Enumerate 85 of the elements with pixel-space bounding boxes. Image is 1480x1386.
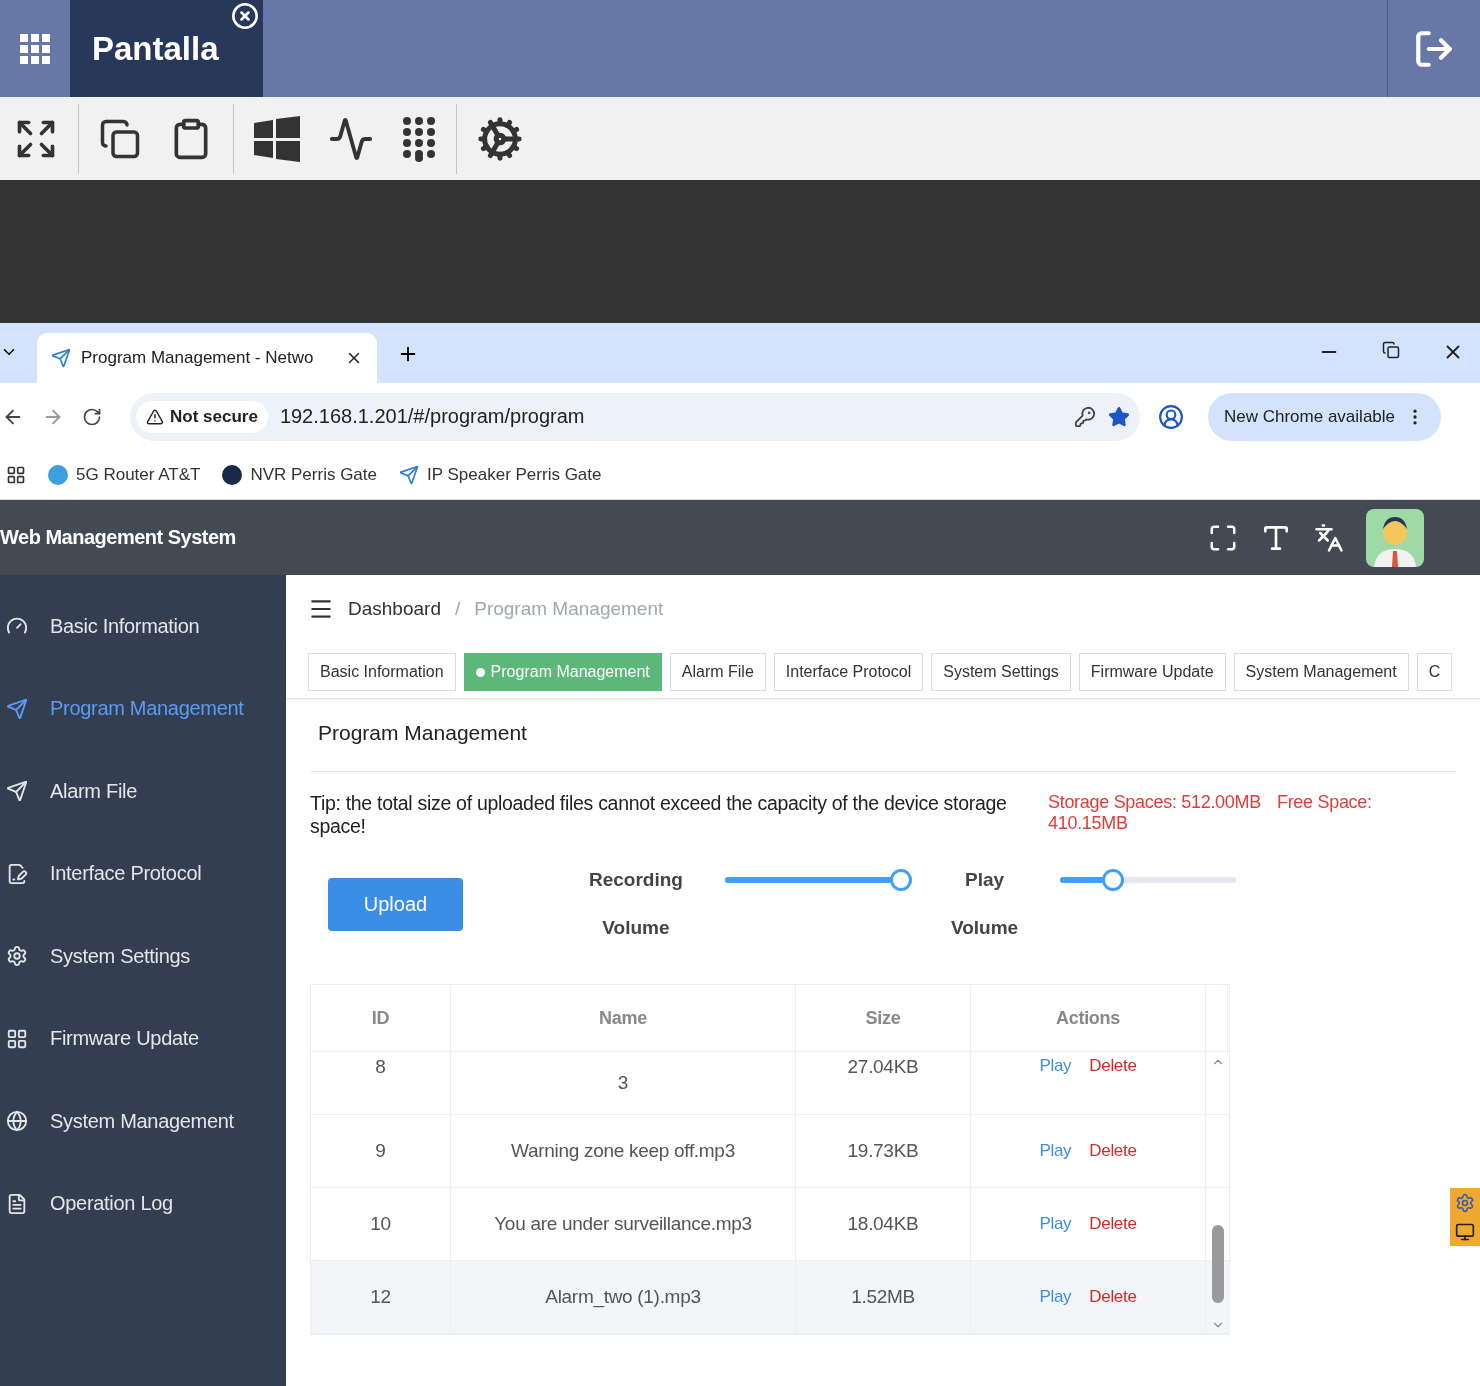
sidebar-item[interactable]: Operation Log xyxy=(0,1162,286,1245)
column-header: Actions xyxy=(971,985,1206,1051)
restore-icon[interactable] xyxy=(1382,341,1400,359)
table-row[interactable]: 10 You are under surveillance.mp3 18.04KB Play Delete xyxy=(311,1188,1229,1261)
panel-title: Program Management xyxy=(310,721,1456,772)
sidebar-item[interactable]: Firmware Update xyxy=(0,997,286,1080)
breadcrumb-item: Program Management xyxy=(474,598,664,620)
gear-icon[interactable] xyxy=(1455,1192,1475,1213)
bookmark-link[interactable]: IP Speaker Perris Gate xyxy=(399,464,602,485)
security-chip[interactable]: Not secure xyxy=(136,400,268,433)
paper-plane-icon xyxy=(6,780,28,803)
scrollbar-thumb[interactable] xyxy=(1212,1225,1224,1303)
table-row[interactable]: 8 3 27.04KB Play Delete xyxy=(311,1052,1229,1115)
paper-plane-icon xyxy=(6,697,28,720)
page-tab[interactable]: Alarm File xyxy=(669,653,766,691)
sidebar-item[interactable]: Program Management xyxy=(0,667,286,750)
translate-icon[interactable] xyxy=(1314,522,1344,553)
sidebar-item[interactable]: Basic Information xyxy=(0,585,286,668)
table-cell: 27.04KB xyxy=(796,1052,971,1114)
monitor-icon[interactable] xyxy=(1455,1221,1475,1242)
table-cell: You are under surveillance.mp3 xyxy=(451,1188,796,1260)
column-header: ID xyxy=(311,985,451,1051)
key-icon[interactable] xyxy=(1074,405,1096,428)
page-tab[interactable]: C xyxy=(1416,653,1453,691)
sidebar-item[interactable]: Interface Protocol xyxy=(0,832,286,915)
slider-thumb[interactable] xyxy=(1101,869,1124,891)
update-chip[interactable]: New Chrome available xyxy=(1208,392,1442,441)
bookmark-star-icon[interactable] xyxy=(1108,405,1130,428)
page-tab[interactable]: Basic Information xyxy=(308,653,456,691)
bookmark-link[interactable]: 5G Router AT&T xyxy=(48,464,201,485)
bookmark-link[interactable]: NVR Perris Gate xyxy=(222,464,377,485)
close-icon[interactable] xyxy=(231,2,259,30)
slider-label: Volume xyxy=(950,917,1019,939)
sidebar-item[interactable]: Alarm File xyxy=(0,750,286,833)
table-row[interactable]: 12 Alarm_two (1).mp3 1.52MB Play Delete xyxy=(311,1261,1229,1334)
warning-icon xyxy=(146,407,164,426)
document-icon xyxy=(6,1192,28,1215)
address-bar[interactable]: Not secure 192.168.1.201/#/program/program xyxy=(130,392,1140,441)
grid-icon xyxy=(6,1027,28,1050)
settings-icon[interactable] xyxy=(477,115,523,162)
page-tab[interactable]: Interface Protocol xyxy=(773,653,924,691)
table-cell: 10 xyxy=(311,1188,451,1260)
windows-icon[interactable] xyxy=(254,115,300,162)
gear-icon xyxy=(6,945,28,968)
column-header: Name xyxy=(451,985,796,1051)
table-cell: Alarm_two (1).mp3 xyxy=(451,1261,796,1333)
floating-widget[interactable] xyxy=(1450,1188,1480,1246)
sidebar-item[interactable]: System Settings xyxy=(0,915,286,998)
table-cell: 12 xyxy=(311,1261,451,1333)
page-tab[interactable]: System Management xyxy=(1233,653,1409,691)
slider-label: Volume xyxy=(601,917,671,939)
delete-link[interactable]: Delete xyxy=(1089,1056,1137,1076)
slider-label: Play xyxy=(964,869,1006,891)
table-cell: 8 xyxy=(311,1052,451,1114)
app-title: Web Management System xyxy=(0,526,237,549)
table-cell: 1.52MB xyxy=(796,1261,971,1333)
document-icon xyxy=(6,862,28,885)
session-tab[interactable]: Pantalla xyxy=(70,0,263,97)
table-cell: 9 xyxy=(311,1115,451,1187)
table-row[interactable]: 9 Warning zone keep off.mp3 19.73KB Play Delete xyxy=(311,1115,1229,1188)
slider-thumb[interactable] xyxy=(889,869,912,891)
slider-label: Recording xyxy=(589,869,683,891)
reload-icon[interactable] xyxy=(82,406,102,427)
table-cell: 18.04KB xyxy=(796,1188,971,1260)
profile-icon[interactable] xyxy=(1158,403,1184,430)
avatar-icon[interactable] xyxy=(1366,508,1424,567)
copy-icon[interactable] xyxy=(99,117,141,160)
delete-link[interactable]: Delete xyxy=(1089,1287,1137,1307)
table-cell: 3 xyxy=(451,1052,796,1114)
browser-tab[interactable]: Program Management - Netwo xyxy=(37,333,377,383)
table-cell: Warning zone keep off.mp3 xyxy=(451,1115,796,1187)
page-tab[interactable]: System Settings xyxy=(931,653,1071,691)
page-tab[interactable]: Firmware Update xyxy=(1078,653,1226,691)
delete-link[interactable]: Delete xyxy=(1089,1141,1137,1161)
tip-text: Tip: the total size of uploaded files cannot exceed the capacity of the device storage space! xyxy=(310,792,1008,838)
table-cell: 19.73KB xyxy=(796,1115,971,1187)
apps-icon[interactable] xyxy=(6,464,26,485)
storage-text: Storage Spaces: 512.00MB Free Space: 410.15MB xyxy=(1048,792,1373,835)
column-header: Size xyxy=(796,985,971,1051)
breadcrumb-separator: / xyxy=(454,598,461,620)
keypad-icon[interactable] xyxy=(402,115,436,162)
breadcrumb-item[interactable]: Dashboard xyxy=(348,598,441,620)
sidebar-item[interactable]: System Management xyxy=(0,1080,286,1163)
pulse-icon[interactable] xyxy=(328,115,374,162)
delete-link[interactable]: Delete xyxy=(1089,1214,1137,1234)
